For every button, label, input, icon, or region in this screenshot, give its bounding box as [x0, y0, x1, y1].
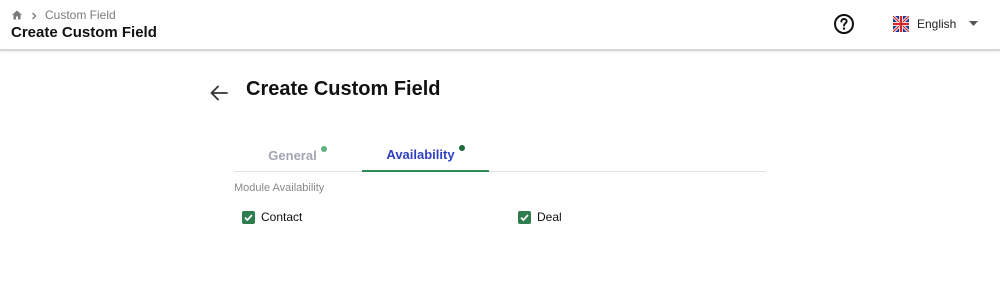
chevron-down-icon[interactable]	[969, 21, 978, 27]
status-dot	[458, 145, 465, 151]
language-label: English	[917, 17, 957, 31]
language-select[interactable]: English	[891, 13, 957, 35]
tab-general[interactable]: General	[234, 138, 361, 172]
deal-label: Deal	[537, 210, 562, 224]
top-header: Custom Field Create Custom Field English	[0, 0, 1000, 51]
module-availability-label: Module Availability	[234, 182, 325, 194]
content-title: Create Custom Field	[246, 78, 441, 100]
deal-checkbox[interactable]	[518, 210, 531, 224]
contact-checkbox-row[interactable]: Contact	[242, 210, 302, 224]
help-button[interactable]	[833, 13, 855, 35]
home-icon[interactable]	[11, 9, 23, 21]
chevron-right-icon	[29, 10, 39, 20]
contact-label: Contact	[261, 210, 303, 224]
contact-checkbox[interactable]	[242, 210, 255, 224]
checkmark-icon	[520, 213, 529, 221]
tab-bar: General Availability	[234, 138, 766, 172]
tab-availability[interactable]: Availability	[362, 138, 489, 172]
checkmark-icon	[244, 213, 253, 221]
help-icon	[834, 14, 854, 34]
deal-checkbox-row[interactable]: Deal	[518, 210, 562, 224]
tab-availability-label: Availability	[386, 146, 455, 162]
status-dot	[320, 146, 327, 152]
breadcrumb-current[interactable]: Custom Field	[45, 8, 116, 22]
arrow-left-icon	[210, 85, 228, 101]
page-title: Create Custom Field	[11, 24, 157, 41]
back-button[interactable]	[208, 82, 230, 104]
uk-flag-icon	[891, 14, 911, 34]
tab-general-label: General	[268, 147, 317, 163]
breadcrumb: Custom Field	[11, 8, 116, 22]
